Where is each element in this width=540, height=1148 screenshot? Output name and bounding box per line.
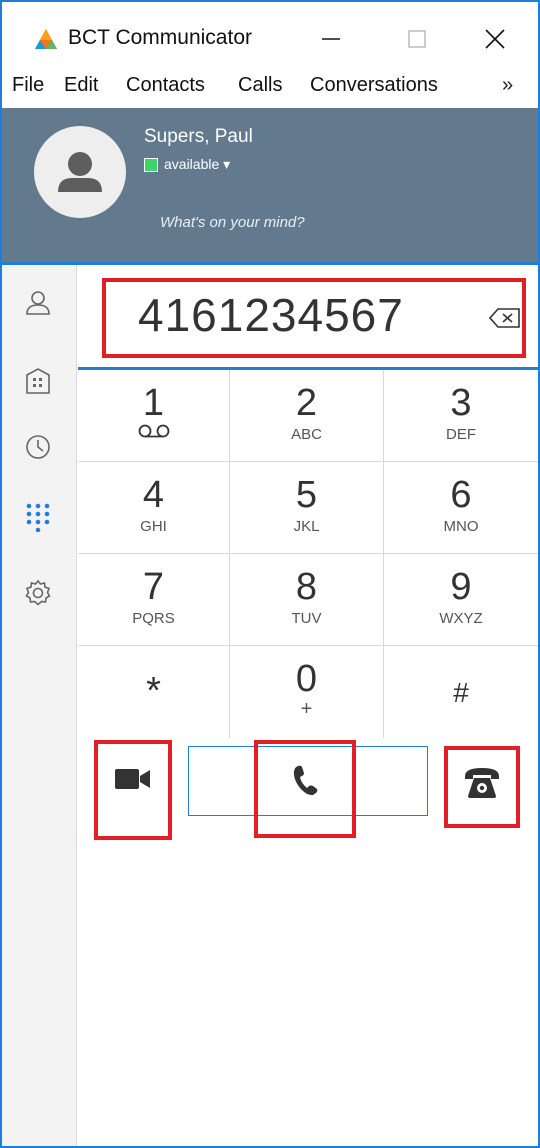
contacts-icon	[26, 291, 50, 315]
dial-number-display[interactable]: 4161234567	[102, 278, 526, 358]
menu-bar: File Edit Contacts Calls Conversations »	[2, 68, 538, 108]
title-bar: BCT Communicator	[2, 2, 538, 66]
nav-dialpad[interactable]	[16, 495, 60, 539]
minimize-icon	[322, 38, 340, 40]
desk-phone-button[interactable]	[444, 746, 520, 828]
close-icon	[485, 29, 505, 49]
nav-settings[interactable]	[16, 571, 60, 615]
history-icon	[26, 435, 50, 459]
key-letters: JKL	[293, 518, 320, 535]
nav-contacts[interactable]	[16, 281, 60, 325]
menu-calls[interactable]: Calls	[238, 74, 282, 97]
presence-label: available ▾	[164, 156, 231, 172]
key-digit: 3	[450, 382, 472, 424]
nav-history[interactable]	[16, 425, 60, 469]
directory-icon	[26, 368, 50, 394]
app-window: BCT Communicator File Edit Contacts Call…	[0, 0, 540, 1148]
nav-directory[interactable]	[16, 359, 60, 403]
profile-name: Supers, Paul	[144, 126, 253, 147]
dial-number: 4161234567	[138, 289, 404, 341]
key-digit: 7	[142, 566, 165, 608]
key-digit: 2	[295, 382, 318, 424]
key-digit: 0	[295, 658, 318, 700]
presence-status-icon	[144, 157, 158, 172]
window-title: BCT Communicator	[68, 26, 252, 49]
video-call-button[interactable]	[94, 740, 172, 840]
key-digit: *	[146, 670, 161, 712]
user-silhouette-icon	[58, 152, 102, 192]
video-camera-icon	[115, 769, 150, 789]
presence-selector[interactable]: available ▾	[144, 156, 230, 173]
menu-contacts[interactable]: Contacts	[126, 74, 205, 97]
key-digit: #	[453, 677, 469, 708]
key-digit: 1	[142, 382, 165, 424]
key-letters: ABC	[291, 426, 322, 443]
menu-file[interactable]: File	[12, 74, 44, 97]
maximize-icon	[408, 30, 426, 48]
key-2[interactable]: 2 ABC	[230, 370, 384, 462]
voicemail-icon	[138, 424, 169, 438]
menu-edit[interactable]: Edit	[64, 74, 98, 97]
menu-conversations[interactable]: Conversations	[310, 74, 438, 97]
key-6[interactable]: 6 MNO	[384, 462, 538, 554]
key-digit: 4	[142, 474, 165, 516]
key-0[interactable]: 0 +	[230, 646, 384, 738]
key-letters: +	[300, 698, 313, 720]
key-digit: 9	[450, 566, 472, 608]
backspace-icon[interactable]	[488, 306, 522, 330]
minimize-button[interactable]	[308, 16, 354, 62]
key-letters: TUV	[291, 610, 322, 627]
key-3[interactable]: 3 DEF	[384, 370, 538, 462]
key-7[interactable]: 7 PQRS	[78, 554, 230, 646]
profile-divider	[2, 262, 538, 265]
app-logo-icon	[35, 29, 57, 49]
key-digit: 5	[295, 474, 318, 516]
key-star[interactable]: *	[78, 646, 230, 738]
close-button[interactable]	[472, 16, 518, 62]
key-letters: WXYZ	[439, 610, 483, 627]
key-hash[interactable]: #	[384, 646, 538, 738]
key-letters: PQRS	[132, 610, 175, 627]
settings-icon	[25, 579, 51, 606]
key-digit: 6	[450, 474, 472, 516]
phone-handset-icon	[293, 765, 318, 796]
key-1[interactable]: 1	[78, 370, 230, 462]
profile-panel: Supers, Paul available ▾ What's on your …	[2, 108, 538, 262]
menu-overflow-button[interactable]: »	[502, 74, 513, 97]
key-9[interactable]: 9 WXYZ	[384, 554, 538, 646]
key-8[interactable]: 8 TUV	[230, 554, 384, 646]
key-4[interactable]: 4 GHI	[78, 462, 230, 554]
maximize-button[interactable]	[394, 16, 440, 62]
desk-phone-icon	[465, 768, 499, 798]
key-digit: 8	[295, 566, 318, 608]
key-letters: MNO	[443, 518, 479, 535]
avatar[interactable]	[34, 126, 126, 218]
key-5[interactable]: 5 JKL	[230, 462, 384, 554]
keypad: 1 2 ABC 3 DEF 4 GHI 5 JKL 6 MNO 7 PQRS 8…	[78, 370, 538, 738]
key-letters: GHI	[140, 518, 167, 535]
dialpad-icon	[26, 503, 50, 532]
mood-message-input[interactable]: What's on your mind?	[160, 214, 305, 231]
audio-call-button[interactable]	[254, 740, 356, 838]
key-letters: DEF	[446, 426, 476, 443]
left-nav	[2, 265, 77, 1146]
